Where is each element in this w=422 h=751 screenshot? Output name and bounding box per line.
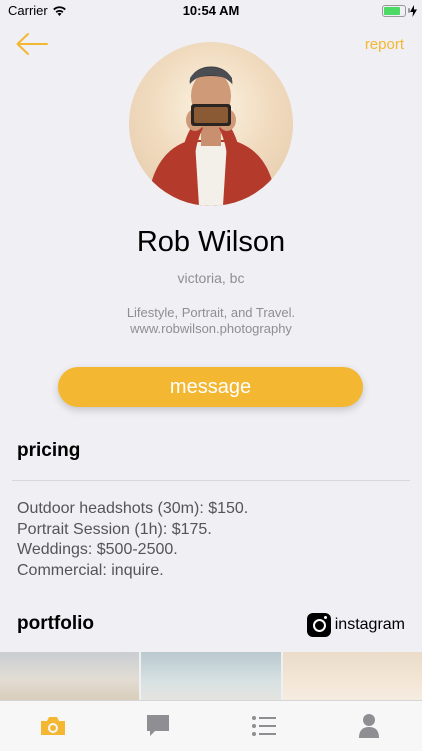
pricing-item: Weddings: $500-2500. (17, 540, 248, 561)
pricing-item: Outdoor headshots (30m): $150. (17, 499, 248, 520)
portfolio-gallery (0, 652, 422, 700)
instagram-icon (307, 613, 331, 637)
avatar (129, 42, 293, 206)
portfolio-title: portfolio (17, 613, 94, 635)
portfolio-thumbnail-3[interactable] (283, 652, 422, 700)
bio-description: Lifestyle, Portrait, and Travel. (0, 305, 422, 321)
message-button[interactable]: message (58, 367, 363, 407)
portfolio-thumbnail-2[interactable] (141, 652, 280, 700)
divider (12, 480, 410, 481)
report-button[interactable]: report (365, 36, 404, 53)
status-bar: Carrier 10:54 AM (0, 0, 422, 22)
portfolio-thumbnail-1[interactable] (0, 652, 139, 700)
tab-list[interactable] (211, 701, 317, 751)
pricing-item: Portrait Session (1h): $175. (17, 520, 248, 541)
charging-bolt-icon (410, 4, 417, 22)
clock-time: 10:54 AM (0, 3, 422, 18)
bio-website-link[interactable]: www.robwilson.photography (0, 321, 422, 337)
battery-level (384, 7, 400, 15)
tab-profile[interactable] (317, 701, 422, 751)
profile-name: Rob Wilson (0, 226, 422, 259)
person-icon (358, 713, 380, 739)
pricing-title: pricing (17, 440, 80, 462)
pricing-item: Commercial: inquire. (17, 561, 248, 582)
tab-bar (0, 700, 422, 751)
chat-icon (145, 713, 171, 739)
tab-camera[interactable] (0, 701, 106, 751)
instagram-link[interactable]: instagram (307, 612, 405, 638)
camera-icon (39, 715, 67, 737)
back-button[interactable] (14, 30, 50, 58)
tab-messages[interactable] (106, 701, 212, 751)
pricing-list: Outdoor headshots (30m): $150. Portrait … (17, 499, 248, 581)
instagram-label: instagram (335, 616, 405, 634)
arrow-left-icon (14, 30, 50, 58)
battery-icon (382, 5, 406, 17)
profile-location: victoria, bc (0, 270, 422, 286)
profile-bio: Lifestyle, Portrait, and Travel. www.rob… (0, 305, 422, 337)
profile-photo (129, 42, 293, 206)
list-icon (251, 715, 277, 737)
